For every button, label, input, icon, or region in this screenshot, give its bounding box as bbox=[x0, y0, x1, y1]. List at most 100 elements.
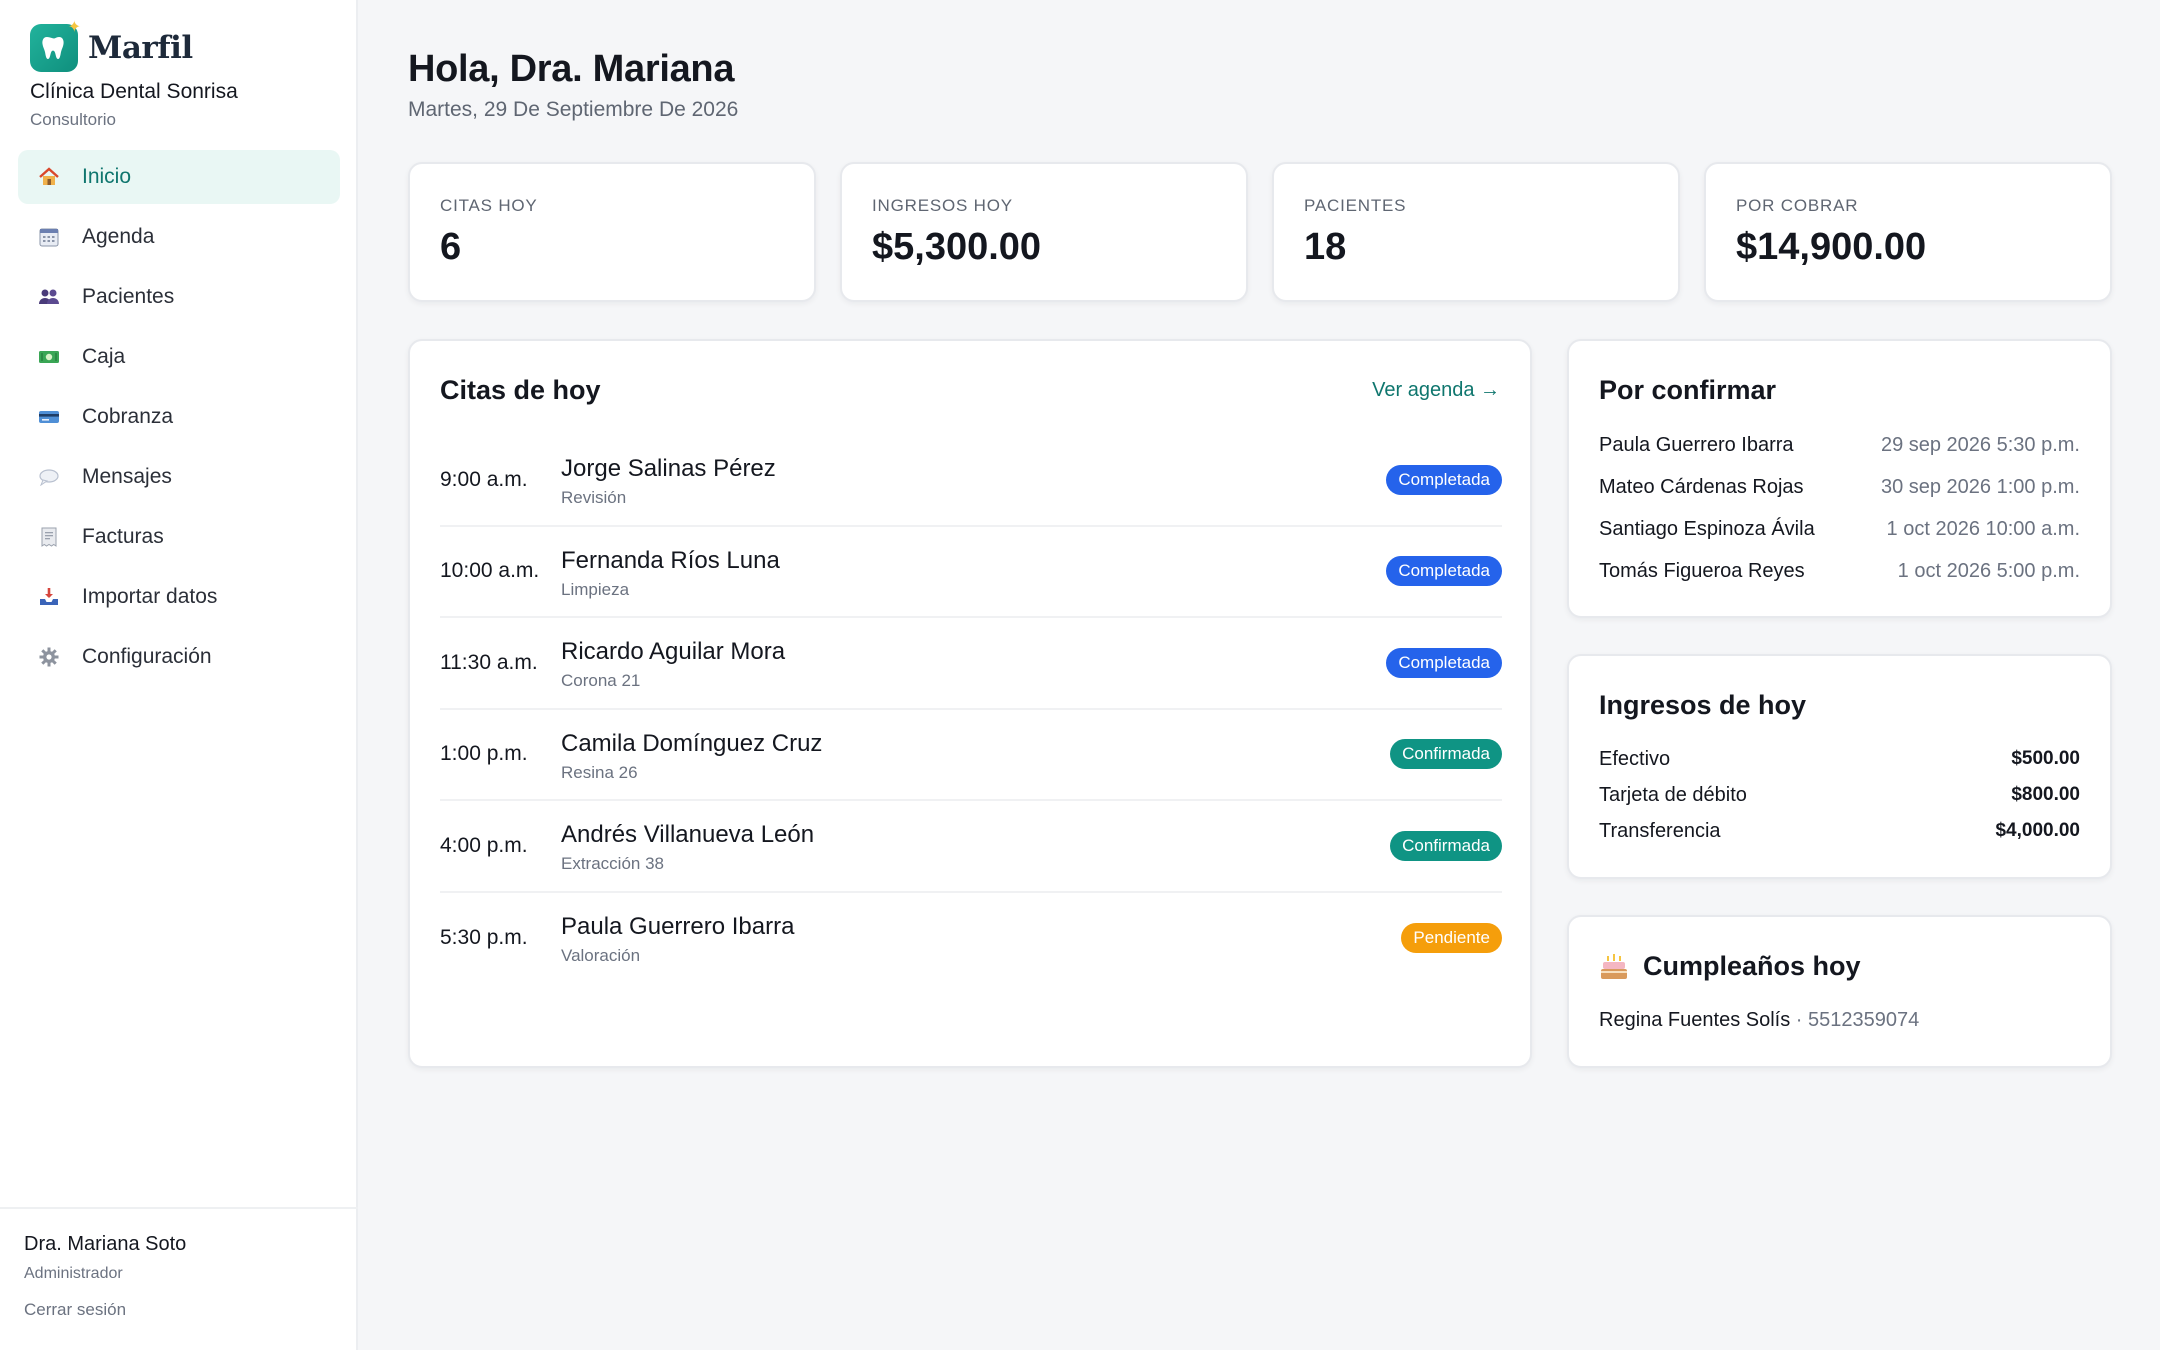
stat-label: CITAS HOY bbox=[440, 196, 538, 215]
status-badge: Confirmada bbox=[1390, 739, 1502, 770]
appointment-row[interactable]: 10:00 a.m. Fernanda Ríos Luna Limpieza C… bbox=[440, 527, 1502, 618]
payment-method: Efectivo bbox=[1599, 748, 1671, 770]
sidebar-item-label: Configuración bbox=[82, 645, 212, 668]
appointment-row[interactable]: 9:00 a.m. Jorge Salinas Pérez Revisión C… bbox=[440, 435, 1502, 527]
calendar-icon bbox=[38, 226, 60, 248]
status-badge: Pendiente bbox=[1401, 923, 1502, 954]
appointment-time: 1:00 p.m. bbox=[440, 742, 528, 766]
patient-name: Mateo Cárdenas Rojas bbox=[1599, 476, 1804, 498]
sidebar-item-inicio[interactable]: Inicio bbox=[18, 150, 340, 204]
birthdays-card: Cumpleaños hoy Regina Fuentes Solís · 55… bbox=[1567, 915, 2112, 1068]
appointment-time: 4:00 p.m. bbox=[440, 833, 528, 857]
sidebar-item-agenda[interactable]: Agenda bbox=[18, 210, 340, 264]
status-badge: Completada bbox=[1386, 556, 1502, 587]
appointment-time: 11:30 a.m. bbox=[440, 650, 538, 674]
birthdays-title: Cumpleaños hoy bbox=[1599, 951, 1861, 982]
sidebar-item-caja[interactable]: Caja bbox=[18, 330, 340, 384]
sidebar-item-pacientes[interactable]: Pacientes bbox=[18, 270, 340, 324]
stat-label: PACIENTES bbox=[1304, 196, 1407, 215]
to-confirm-row[interactable]: Tomás Figueroa Reyes 1 oct 2026 5:00 p.m… bbox=[1599, 560, 2080, 583]
appointment-row[interactable]: 5:30 p.m. Paula Guerrero Ibarra Valoraci… bbox=[440, 893, 1502, 985]
to-confirm-row[interactable]: Mateo Cárdenas Rojas 30 sep 2026 1:00 p.… bbox=[1599, 476, 2080, 499]
house-icon bbox=[38, 166, 60, 188]
logout-link[interactable]: Cerrar sesión bbox=[24, 1300, 126, 1320]
appointment-time: 9:00 a.m. bbox=[440, 467, 528, 491]
sidebar-item-configuracion[interactable]: Configuración bbox=[18, 630, 340, 684]
to-confirm-row[interactable]: Santiago Espinoza Ávila 1 oct 2026 10:00… bbox=[1599, 518, 2080, 541]
appointments-list: 9:00 a.m. Jorge Salinas Pérez Revisión C… bbox=[440, 435, 1502, 984]
payment-amount: $800.00 bbox=[2011, 784, 2080, 805]
credit-card-icon bbox=[38, 406, 60, 428]
birthday-phone: 5512359074 bbox=[1808, 1009, 1920, 1031]
patient-name: Fernanda Ríos Luna bbox=[561, 546, 780, 574]
income-card: Ingresos de hoy Efectivo $500.00 Tarjeta… bbox=[1567, 654, 2112, 879]
sidebar-item-facturas[interactable]: Facturas bbox=[18, 510, 340, 564]
sidebar-item-label: Inicio bbox=[82, 165, 132, 188]
birthdays-title-text: Cumpleaños hoy bbox=[1643, 951, 1861, 981]
appointment-row[interactable]: 4:00 p.m. Andrés Villanueva León Extracc… bbox=[440, 801, 1502, 893]
clinic-name: Clínica Dental Sonrisa bbox=[30, 80, 238, 103]
appointment-time: 5:30 p.m. bbox=[440, 926, 528, 950]
user-panel: Dra. Mariana Soto Administrador Cerrar s… bbox=[0, 1207, 358, 1350]
patient-name: Tomás Figueroa Reyes bbox=[1599, 560, 1805, 582]
sidebar: ✦ Marfil Clínica Dental Sonrisa Consulto… bbox=[0, 0, 358, 1350]
appointment-datetime: 1 oct 2026 5:00 p.m. bbox=[1897, 560, 2080, 582]
speech-bubble-icon bbox=[38, 466, 60, 488]
sidebar-nav: Inicio Agenda Pacientes Caja Cobranza Me… bbox=[18, 150, 340, 690]
brand[interactable]: ✦ Marfil bbox=[30, 20, 193, 72]
sidebar-item-mensajes[interactable]: Mensajes bbox=[18, 450, 340, 504]
sidebar-item-label: Agenda bbox=[82, 225, 155, 248]
patient-name: Paula Guerrero Ibarra bbox=[561, 912, 795, 940]
sidebar-item-label: Caja bbox=[82, 345, 126, 368]
appointment-datetime: 30 sep 2026 1:00 p.m. bbox=[1880, 476, 2080, 498]
income-title: Ingresos de hoy bbox=[1599, 690, 1807, 720]
user-name: Dra. Mariana Soto bbox=[24, 1233, 187, 1255]
appointment-row[interactable]: 1:00 p.m. Camila Domínguez Cruz Resina 2… bbox=[440, 710, 1502, 801]
appointment-row[interactable]: 11:30 a.m. Ricardo Aguilar Mora Corona 2… bbox=[440, 618, 1502, 710]
sidebar-item-label: Importar datos bbox=[82, 585, 218, 608]
view-agenda-link[interactable]: Ver agenda → bbox=[1372, 379, 1500, 402]
appointment-datetime: 1 oct 2026 10:00 a.m. bbox=[1886, 518, 2080, 540]
sidebar-item-importar-datos[interactable]: Importar datos bbox=[18, 570, 340, 624]
appointments-title: Citas de hoy bbox=[440, 375, 601, 405]
stat-card-pacientes: PACIENTES 18 bbox=[1272, 162, 1680, 302]
patient-name: Ricardo Aguilar Mora bbox=[561, 638, 786, 665]
stat-value: 6 bbox=[440, 226, 462, 268]
sidebar-item-label: Facturas bbox=[82, 525, 164, 548]
patient-name: Santiago Espinoza Ávila bbox=[1599, 518, 1815, 540]
sidebar-item-label: Cobranza bbox=[82, 405, 174, 428]
income-row: Tarjeta de débito $800.00 bbox=[1599, 784, 2080, 807]
income-row: Efectivo $500.00 bbox=[1599, 748, 2080, 771]
tooth-logo-icon: ✦ bbox=[30, 20, 81, 72]
stat-card-ingresos-hoy: INGRESOS HOY $5,300.00 bbox=[840, 162, 1248, 302]
treatment: Revisión bbox=[561, 488, 627, 507]
birthday-entry[interactable]: Regina Fuentes Solís · 5512359074 bbox=[1599, 1009, 1919, 1032]
page-title: Hola, Dra. Mariana bbox=[408, 48, 735, 90]
to-confirm-row[interactable]: Paula Guerrero Ibarra 29 sep 2026 5:30 p… bbox=[1599, 434, 2080, 457]
payment-amount: $4,000.00 bbox=[1995, 820, 2080, 841]
user-role: Administrador bbox=[24, 1265, 123, 1282]
stat-value: $14,900.00 bbox=[1736, 226, 1927, 268]
payment-method: Tarjeta de débito bbox=[1599, 784, 1747, 806]
birthday-separator: · bbox=[1790, 1009, 1809, 1031]
patient-name: Jorge Salinas Pérez bbox=[561, 455, 776, 482]
treatment: Resina 26 bbox=[561, 762, 638, 782]
to-confirm-card: Por confirmar Paula Guerrero Ibarra 29 s… bbox=[1567, 339, 2112, 618]
stat-card-citas-hoy: CITAS HOY 6 bbox=[408, 162, 816, 302]
status-badge: Completada bbox=[1386, 647, 1502, 678]
sidebar-item-label: Mensajes bbox=[82, 465, 172, 488]
patient-name: Andrés Villanueva León bbox=[561, 821, 815, 848]
sidebar-item-cobranza[interactable]: Cobranza bbox=[18, 390, 340, 444]
current-date: Martes, 29 De Septiembre De 2026 bbox=[408, 98, 739, 121]
treatment: Extracción 38 bbox=[561, 854, 664, 873]
stat-label: POR COBRAR bbox=[1736, 196, 1859, 215]
treatment: Corona 21 bbox=[561, 671, 641, 690]
treatment: Valoración bbox=[561, 945, 641, 965]
appointment-time: 10:00 a.m. bbox=[440, 559, 540, 583]
birthday-name: Regina Fuentes Solís bbox=[1599, 1009, 1791, 1031]
patient-name: Paula Guerrero Ibarra bbox=[1599, 434, 1794, 456]
status-badge: Confirmada bbox=[1390, 830, 1502, 861]
to-confirm-title: Por confirmar bbox=[1599, 375, 1777, 405]
stat-card-por-cobrar: POR COBRAR $14,900.00 bbox=[1704, 162, 2112, 302]
status-badge: Completada bbox=[1386, 464, 1502, 495]
